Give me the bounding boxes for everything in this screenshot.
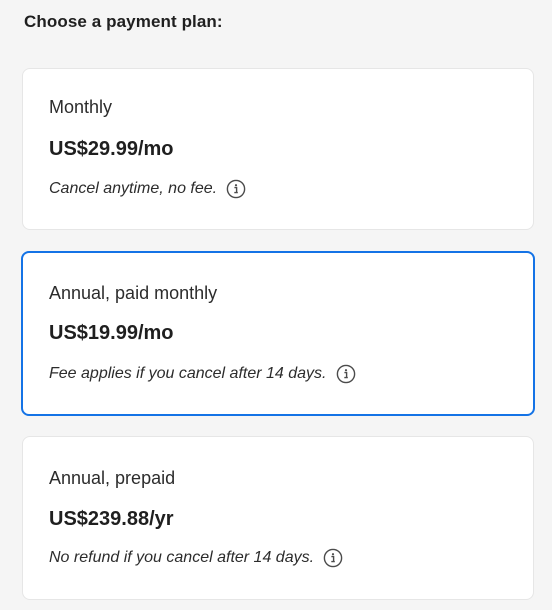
info-icon[interactable] [226, 179, 246, 199]
plan-price: US$29.99/mo [49, 138, 174, 160]
plan-note-row: No refund if you cancel after 14 days. [49, 548, 343, 568]
info-icon[interactable] [323, 548, 343, 568]
page-title: Choose a payment plan: [24, 12, 223, 31]
plan-note: Fee applies if you cancel after 14 days. [49, 365, 327, 382]
plan-note-row: Cancel anytime, no fee. [49, 179, 246, 199]
payment-plan-chooser: Choose a payment plan: Monthly US$29.99/… [0, 0, 552, 610]
plan-note: No refund if you cancel after 14 days. [49, 549, 315, 566]
plan-price: US$19.99/mo [49, 322, 174, 344]
plan-name: Annual, paid monthly [49, 283, 218, 303]
plan-note: Cancel anytime, no fee. [49, 180, 218, 197]
plan-price: US$239.88/yr [49, 508, 174, 530]
plan-name: Annual, prepaid [49, 468, 176, 488]
plan-card-annual-paid-monthly[interactable]: Annual, paid monthly US$19.99/mo Fee app… [21, 251, 535, 416]
plan-note-row: Fee applies if you cancel after 14 days. [49, 364, 356, 384]
plan-name: Monthly [49, 97, 113, 117]
plan-card-annual-prepaid[interactable]: Annual, prepaid US$239.88/yr No refund i… [22, 436, 534, 600]
info-icon[interactable] [336, 364, 356, 384]
plan-card-monthly[interactable]: Monthly US$29.99/mo Cancel anytime, no f… [22, 68, 534, 230]
